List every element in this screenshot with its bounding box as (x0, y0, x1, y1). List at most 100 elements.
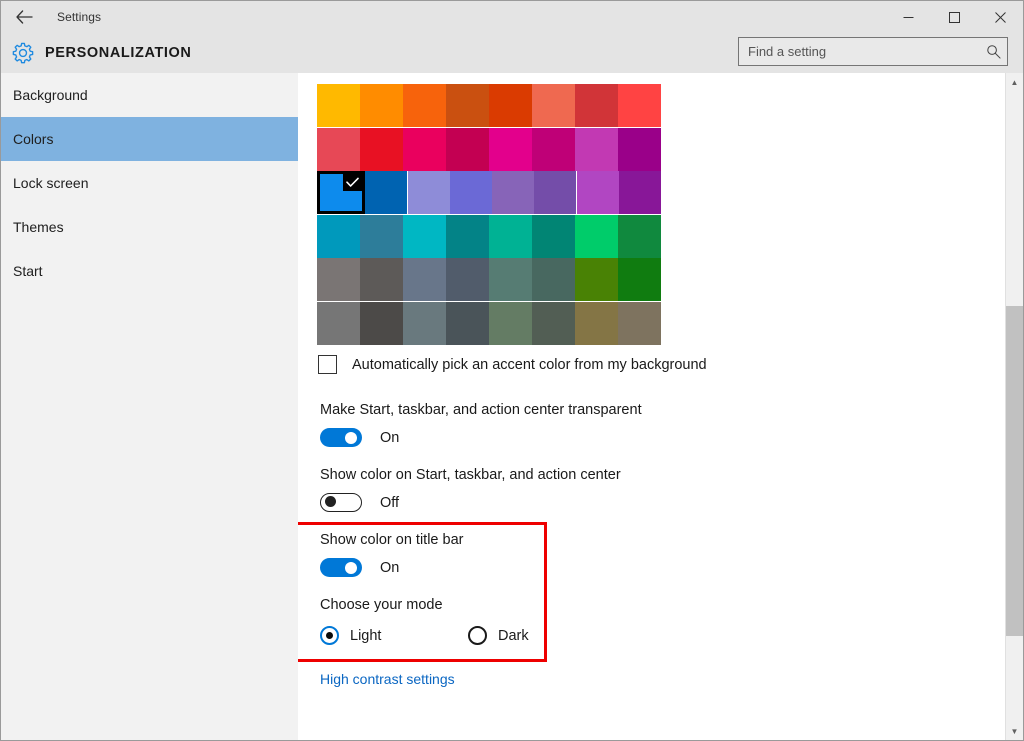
accent-swatch[interactable] (575, 258, 618, 301)
mode-option-light-label: Light (350, 628, 381, 644)
auto-accent-checkbox[interactable] (318, 355, 337, 374)
accent-swatch[interactable] (446, 258, 489, 301)
setting-show-color-titlebar-toggle-row: On (320, 558, 463, 577)
accent-swatch[interactable] (365, 171, 407, 214)
accent-swatch[interactable] (360, 84, 403, 127)
accent-swatch[interactable] (489, 128, 532, 171)
setting-show-color-start-toggle[interactable] (320, 493, 362, 512)
accent-swatch[interactable] (534, 171, 576, 214)
accent-swatch[interactable] (489, 258, 532, 301)
accent-swatch[interactable] (492, 171, 534, 214)
page-header: PERSONALIZATION Find a setting (1, 33, 1023, 73)
window-controls (885, 1, 1023, 33)
mode-option-light[interactable]: Light (320, 626, 468, 645)
accent-swatch[interactable] (360, 258, 403, 301)
accent-swatch[interactable] (619, 171, 661, 214)
setting-transparency-toggle[interactable] (320, 428, 362, 447)
accent-swatch[interactable] (577, 171, 619, 214)
accent-swatch[interactable] (532, 215, 575, 258)
accent-swatch[interactable] (317, 258, 360, 301)
accent-swatch[interactable] (403, 128, 446, 171)
scroll-down-arrow-icon[interactable]: ▼ (1006, 722, 1023, 740)
setting-show-color-titlebar: Show color on title bar On (320, 532, 463, 577)
accent-swatch[interactable] (618, 302, 661, 345)
accent-swatch[interactable] (489, 302, 532, 345)
sidebar-item-colors[interactable]: Colors (1, 117, 298, 161)
search-box[interactable]: Find a setting (738, 37, 1008, 66)
accent-swatch[interactable] (489, 215, 532, 258)
mode-radio-dark[interactable] (468, 626, 487, 645)
accent-swatch[interactable] (532, 128, 575, 171)
accent-swatch[interactable] (532, 302, 575, 345)
window-title: Settings (57, 10, 101, 24)
gear-icon (12, 42, 34, 64)
setting-transparency: Make Start, taskbar, and action center t… (320, 402, 642, 447)
search-icon (986, 44, 1001, 59)
selected-check-notch (343, 174, 362, 191)
accent-swatch[interactable] (403, 215, 446, 258)
accent-swatch-selected[interactable] (317, 171, 365, 214)
accent-swatch[interactable] (575, 128, 618, 171)
accent-swatch[interactable] (575, 84, 618, 127)
scrollbar-thumb[interactable] (1006, 306, 1023, 636)
setting-show-color-start-label: Show color on Start, taskbar, and action… (320, 467, 621, 483)
setting-show-color-start: Show color on Start, taskbar, and action… (320, 467, 621, 512)
sidebar-item-start[interactable]: Start (1, 249, 298, 293)
accent-swatch[interactable] (360, 302, 403, 345)
accent-swatch[interactable] (618, 215, 661, 258)
accent-swatch[interactable] (446, 302, 489, 345)
back-arrow-icon (16, 10, 33, 24)
swatch-row (317, 258, 661, 302)
accent-swatch[interactable] (618, 258, 661, 301)
maximize-button[interactable] (931, 1, 977, 33)
content-scrollbar[interactable]: ▲ ▼ (1005, 73, 1023, 740)
accent-swatch[interactable] (446, 215, 489, 258)
minimize-icon (903, 12, 914, 23)
accent-swatch[interactable] (360, 128, 403, 171)
sidebar-item-label: Themes (13, 219, 64, 235)
accent-swatch[interactable] (575, 215, 618, 258)
high-contrast-settings-link[interactable]: High contrast settings (320, 671, 455, 687)
auto-accent-label: Automatically pick an accent color from … (352, 357, 707, 373)
accent-swatch[interactable] (317, 84, 360, 127)
header-icon-wrap (1, 42, 45, 64)
accent-swatch[interactable] (446, 84, 489, 127)
mode-radio-light[interactable] (320, 626, 339, 645)
maximize-icon (949, 12, 960, 23)
scroll-up-arrow-icon[interactable]: ▲ (1006, 73, 1023, 91)
search-input[interactable]: Find a setting (739, 44, 979, 59)
sidebar-item-lock-screen[interactable]: Lock screen (1, 161, 298, 205)
minimize-button[interactable] (885, 1, 931, 33)
accent-swatch[interactable] (532, 258, 575, 301)
accent-swatch[interactable] (360, 215, 403, 258)
accent-swatch[interactable] (575, 302, 618, 345)
auto-accent-checkbox-row[interactable]: Automatically pick an accent color from … (318, 355, 707, 374)
sidebar-item-label: Background (13, 87, 88, 103)
settings-window: Settings (0, 0, 1024, 741)
accent-swatch[interactable] (317, 128, 360, 171)
mode-option-dark-label: Dark (498, 628, 529, 644)
sidebar-item-themes[interactable]: Themes (1, 205, 298, 249)
sidebar-item-background[interactable]: Background (1, 73, 298, 117)
accent-swatch[interactable] (403, 258, 446, 301)
back-button[interactable] (1, 1, 47, 33)
accent-swatch[interactable] (532, 84, 575, 127)
accent-swatch[interactable] (489, 84, 532, 127)
swatch-row (317, 302, 661, 346)
accent-swatch[interactable] (403, 84, 446, 127)
mode-option-dark[interactable]: Dark (468, 626, 529, 645)
accent-swatch[interactable] (446, 128, 489, 171)
accent-swatch[interactable] (408, 171, 450, 214)
setting-show-color-titlebar-toggle[interactable] (320, 558, 362, 577)
sidebar-item-label: Start (13, 263, 43, 279)
setting-transparency-toggle-row: On (320, 428, 642, 447)
setting-show-color-titlebar-state: On (380, 560, 399, 576)
close-button[interactable] (977, 1, 1023, 33)
accent-swatch[interactable] (618, 84, 661, 127)
accent-swatch[interactable] (403, 302, 446, 345)
search-icon-wrap (979, 44, 1007, 59)
accent-swatch[interactable] (450, 171, 492, 214)
accent-swatch[interactable] (317, 302, 360, 345)
accent-swatch[interactable] (618, 128, 661, 171)
accent-swatch[interactable] (317, 215, 360, 258)
